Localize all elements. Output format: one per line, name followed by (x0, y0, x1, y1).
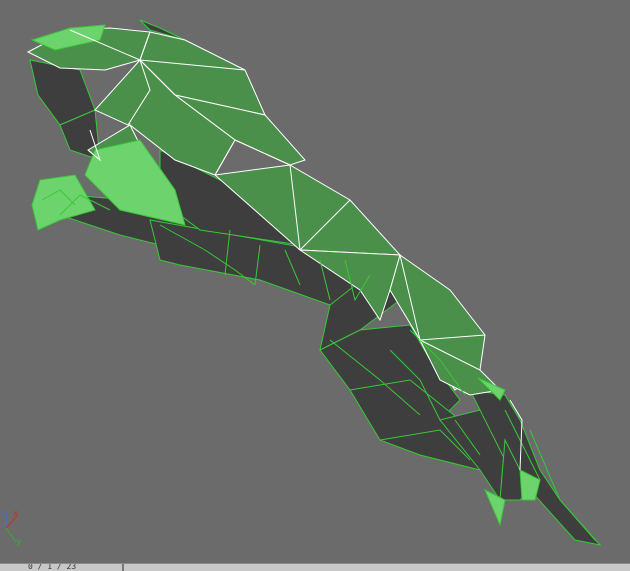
axis-y-label: y (16, 537, 22, 547)
axis-gizmo: z x y (0, 508, 32, 552)
axis-x-label: x (13, 509, 19, 519)
3d-viewport[interactable]: z x y (0, 0, 630, 563)
axis-z-label: z (0, 509, 5, 519)
jaguar-wireframe-model[interactable] (0, 0, 630, 563)
